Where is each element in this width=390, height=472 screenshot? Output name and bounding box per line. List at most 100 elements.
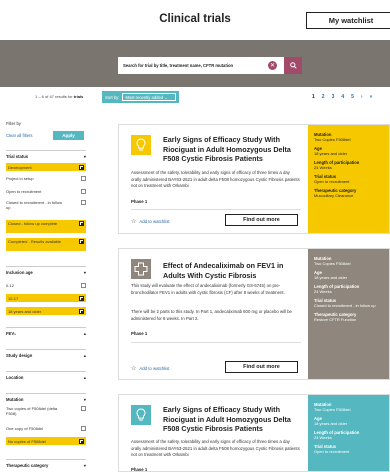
filter-closed-follow-up-complete[interactable]: Closed - follow up complete bbox=[6, 220, 86, 233]
divider bbox=[131, 342, 301, 343]
trial-title[interactable]: Effect of Andecaliximab on FEV1 in Adult… bbox=[163, 261, 303, 280]
filter-age-18-plus[interactable]: 18 years and older bbox=[6, 307, 86, 315]
filter-label: Development bbox=[8, 164, 32, 170]
checkbox[interactable] bbox=[81, 189, 86, 194]
checkbox[interactable] bbox=[81, 200, 86, 205]
therapeutic-category-heading[interactable]: Therapeutic category ▾ bbox=[6, 459, 86, 468]
add-to-watchlist-link[interactable]: ☆ Add to watchlist bbox=[131, 218, 169, 225]
filter-age-12-17[interactable]: 12-17 bbox=[6, 294, 86, 302]
filter-age-0-12[interactable]: 0-12 bbox=[6, 283, 86, 288]
search-icon bbox=[289, 62, 297, 69]
filter-closed-follow-up[interactable]: Closed to recruitment - in follow up bbox=[6, 200, 86, 210]
filter-completed-results[interactable]: Completed - Results available bbox=[6, 238, 86, 251]
therapeutic-category-label: Therapeutic category bbox=[6, 463, 49, 468]
results-count-text: 1 – 6 of 47 results for bbox=[35, 94, 74, 99]
star-icon: ☆ bbox=[131, 366, 137, 372]
filter-label: No copies of F508del bbox=[8, 438, 46, 444]
page-link-5[interactable]: 5 bbox=[351, 94, 354, 100]
page-link-2[interactable]: 2 bbox=[322, 94, 325, 100]
side-value: Open to recruitment bbox=[314, 449, 350, 454]
filter-label: Two copies of F508del (delta F508) bbox=[6, 406, 58, 416]
filter-one-copy[interactable]: One copy of F508del bbox=[6, 426, 86, 431]
chevron-up-icon: ▴ bbox=[83, 331, 86, 336]
fev1-heading[interactable]: FEV₁ ▴ bbox=[6, 327, 86, 336]
inclusion-age-heading[interactable]: Inclusion age ▾ bbox=[6, 266, 86, 275]
filter-label: Open to recruitment bbox=[6, 189, 42, 194]
mutation-heading[interactable]: Mutation ▾ bbox=[6, 393, 86, 402]
filter-open-to-recruitment[interactable]: Open to recruitment bbox=[6, 189, 86, 194]
checkbox[interactable] bbox=[81, 283, 86, 288]
pagination: 1 2 3 4 5 › » bbox=[312, 94, 372, 100]
checkbox[interactable] bbox=[81, 406, 86, 411]
checkbox[interactable] bbox=[79, 438, 84, 444]
location-heading[interactable]: Location ▴ bbox=[6, 371, 86, 380]
my-watchlist-button[interactable]: My watchlist bbox=[306, 12, 390, 29]
trial-title[interactable]: Early Signs of Efficacy Study With Rioci… bbox=[163, 135, 303, 164]
study-design-heading[interactable]: Study design ▴ bbox=[6, 349, 86, 358]
trial-status-heading[interactable]: Trial status ▾ bbox=[6, 150, 86, 159]
side-value: Mucociliary Clearance bbox=[314, 193, 354, 198]
close-icon: ✕ bbox=[269, 62, 276, 69]
side-value: Closed to recruitment - in follow up bbox=[314, 303, 376, 308]
filter-two-copies[interactable]: Two copies of F508del (delta F508) bbox=[6, 406, 86, 416]
side-value: 18 years and older bbox=[314, 421, 348, 426]
sort-select[interactable]: Most recently added ⌄ bbox=[122, 93, 177, 101]
side-value: Two Copies F508del bbox=[314, 407, 351, 412]
side-value: Restore CFTR Function bbox=[314, 317, 357, 322]
mutation-label: Mutation bbox=[6, 397, 24, 402]
trial-card: Effect of Andecaliximab on FEV1 in Adult… bbox=[118, 248, 390, 380]
inclusion-age-label: Inclusion age bbox=[6, 270, 33, 275]
filter-label: Completed - Results available bbox=[8, 239, 62, 244]
search-input[interactable] bbox=[118, 63, 268, 68]
side-value: Open to recruitment bbox=[314, 179, 350, 184]
filter-project-in-setup[interactable]: Project in setup bbox=[6, 176, 86, 181]
add-to-watchlist-label: Add to watchlist bbox=[139, 366, 170, 371]
next-page-icon[interactable]: › bbox=[361, 94, 363, 100]
checkbox[interactable] bbox=[79, 221, 84, 226]
side-value: 24 Weeks bbox=[314, 435, 332, 440]
clear-search-button[interactable]: ✕ bbox=[268, 61, 277, 70]
trial-title[interactable]: Early Signs of Efficacy Study With Rioci… bbox=[163, 405, 303, 434]
filter-label: 18 years and older bbox=[8, 308, 42, 314]
results-count: 1 – 6 of 47 results for trials bbox=[35, 94, 83, 99]
page-link-1[interactable]: 1 bbox=[312, 94, 315, 100]
filter-development[interactable]: Development bbox=[6, 163, 86, 171]
chevron-up-icon: ▴ bbox=[83, 353, 86, 358]
side-value: Two Copies F508del bbox=[314, 137, 351, 142]
checkbox[interactable] bbox=[81, 176, 86, 181]
page-link-4[interactable]: 4 bbox=[341, 94, 344, 100]
trial-phase: Phase 1 bbox=[131, 331, 148, 336]
fev1-label: FEV₁ bbox=[6, 331, 16, 336]
checkbox[interactable] bbox=[79, 239, 84, 244]
apply-filters-button[interactable]: Apply bbox=[53, 131, 84, 140]
filter-label: Closed to recruitment - in follow up bbox=[6, 200, 63, 210]
chevron-up-icon: ▴ bbox=[83, 375, 86, 380]
lightbulb-icon bbox=[131, 405, 151, 425]
add-to-watchlist-label: Add to watchlist bbox=[139, 219, 170, 224]
last-page-icon[interactable]: » bbox=[370, 94, 373, 100]
results-count-term: trials bbox=[73, 94, 84, 99]
checkbox[interactable] bbox=[79, 164, 84, 170]
add-to-watchlist-link[interactable]: ☆ Add to watchlist bbox=[131, 365, 169, 372]
trial-description: Assessment of the safety, tolerability a… bbox=[131, 170, 300, 189]
checkbox[interactable] bbox=[81, 426, 86, 431]
filter-no-copies[interactable]: No copies of F508del bbox=[6, 437, 86, 445]
filter-label: 0-12 bbox=[6, 283, 15, 288]
checkbox[interactable] bbox=[79, 308, 84, 314]
find-out-more-button[interactable]: Find out more bbox=[225, 214, 298, 226]
clear-all-filters-link[interactable]: Clear all filters bbox=[6, 133, 33, 138]
trial-details-panel: Mutation Two Copies F508del Age 18 years… bbox=[308, 125, 389, 233]
trial-status-label: Trial status bbox=[6, 154, 29, 159]
trial-description-more: There will be 2 parts to this study. In … bbox=[131, 309, 292, 321]
trial-phase: Phase 1 bbox=[131, 199, 148, 204]
checkbox[interactable] bbox=[79, 295, 84, 301]
top-bar: Clinical trials My watchlist bbox=[0, 0, 390, 40]
search-button[interactable] bbox=[284, 57, 302, 74]
page-link-3[interactable]: 3 bbox=[332, 94, 335, 100]
trial-details-panel: Mutation Two Copies F508del Age 18 years… bbox=[308, 395, 389, 471]
trial-card: Early Signs of Efficacy Study With Rioci… bbox=[118, 124, 390, 234]
sort-bar: Sort by: Most recently added ⌄ bbox=[102, 91, 180, 103]
trial-phase: Phase 1 bbox=[131, 467, 148, 472]
filter-title: Filter by bbox=[6, 121, 21, 126]
find-out-more-button[interactable]: Find out more bbox=[225, 361, 298, 373]
